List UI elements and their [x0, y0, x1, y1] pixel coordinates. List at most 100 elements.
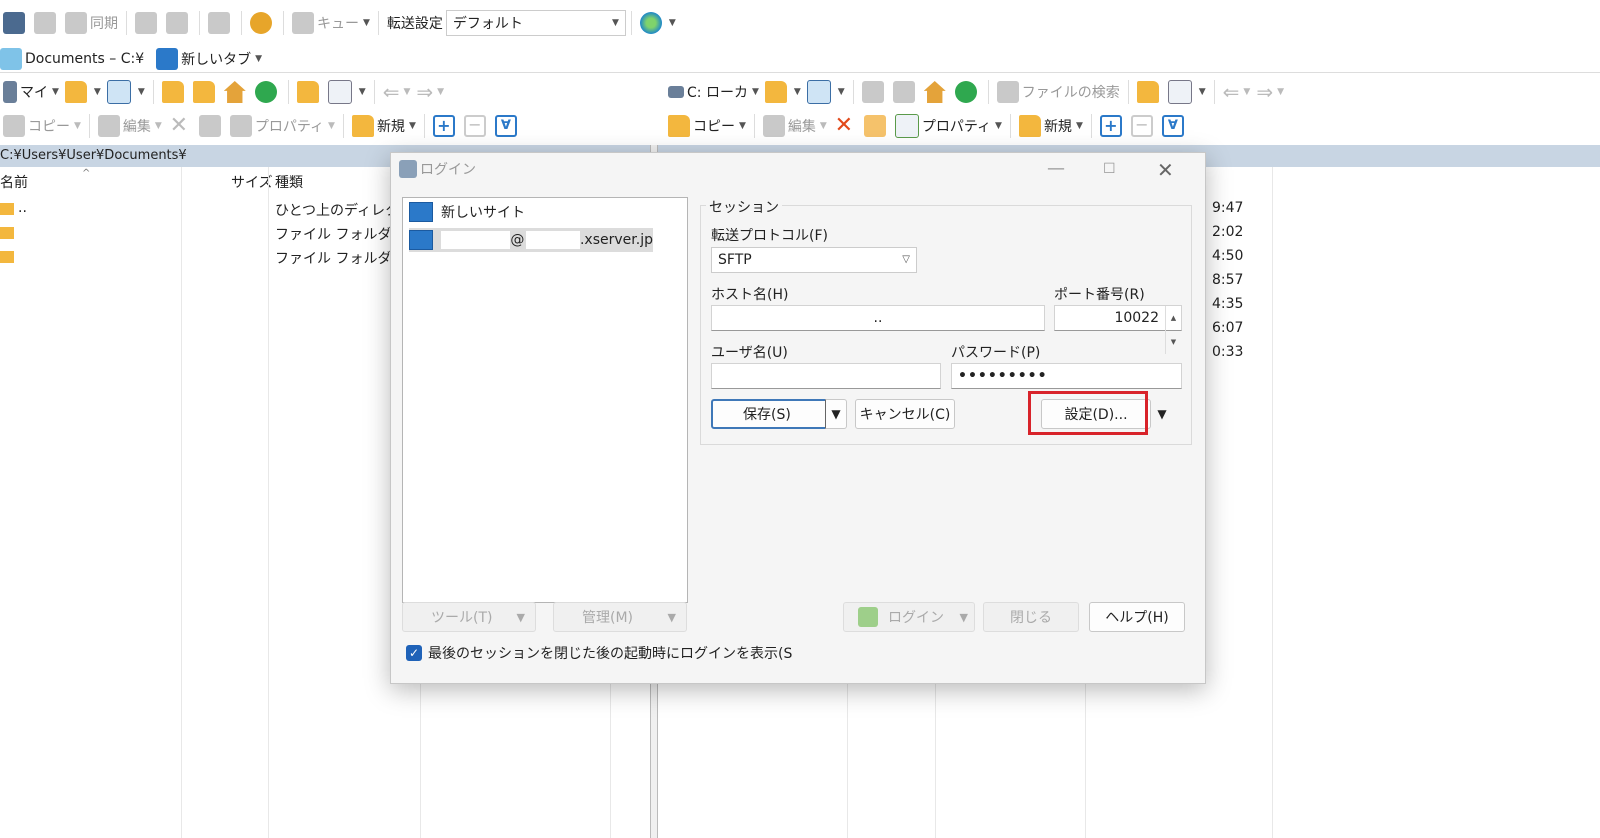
divider — [1213, 80, 1215, 104]
right-root-dir-button[interactable] — [890, 78, 921, 106]
column-size[interactable]: サイズ — [231, 172, 273, 192]
tools-button[interactable]: ツール(T) ▼ — [402, 602, 536, 632]
login-label: ログイン — [888, 610, 944, 626]
left-edit-button[interactable]: 編集 ▼ — [95, 112, 165, 140]
port-spinner[interactable]: ▲ ▼ — [1165, 306, 1181, 354]
site-item-new[interactable]: 新しいサイト — [409, 200, 649, 224]
right-view-button[interactable]: ▼ — [1165, 78, 1209, 106]
left-open-folder-button[interactable]: ▼ — [62, 78, 104, 106]
show-login-checkbox[interactable]: ✓ — [406, 645, 422, 661]
advanced-dropdown-button[interactable]: ▼ — [1151, 399, 1173, 429]
divider — [283, 11, 284, 35]
right-filter-select-button[interactable]: ∀ — [1159, 112, 1190, 140]
divider — [88, 114, 90, 138]
left-copy-button[interactable]: コピー ▼ — [0, 112, 84, 140]
left-filter-select-button[interactable]: ∀ — [492, 112, 523, 140]
site-label: 新しいサイト — [441, 205, 525, 221]
manage-button[interactable]: 管理(M) ▼ — [553, 602, 687, 632]
spin-up-icon[interactable]: ▲ — [1165, 306, 1181, 330]
root-folder-icon — [892, 81, 915, 103]
left-delete-button[interactable]: ✕ — [165, 112, 196, 140]
right-copy-button[interactable]: コピー ▼ — [665, 112, 749, 140]
right-home-button[interactable] — [921, 78, 952, 106]
save-dropdown-button[interactable]: ▼ — [825, 399, 847, 429]
console-button[interactable] — [132, 9, 163, 37]
site-at: @ — [510, 232, 525, 248]
right-back-button[interactable]: ⇐ ▼ — [1220, 78, 1254, 106]
file-row[interactable]: .. ひとつ上のディレクト — [0, 200, 420, 222]
preferences-button[interactable] — [247, 9, 278, 37]
left-parent-dir-button[interactable] — [159, 78, 190, 106]
column-type-label: 種類 — [275, 175, 303, 191]
left-home-button[interactable] — [221, 78, 252, 106]
left-unselect-button[interactable]: − — [461, 112, 492, 140]
left-root-dir-button[interactable] — [190, 78, 221, 106]
site-item-xserver[interactable]: @ .xserver.jp — [409, 228, 653, 252]
transfer-settings-select[interactable]: デフォルト ▼ — [445, 10, 626, 36]
arrow-right-icon: ⇒ — [416, 80, 434, 104]
host-input[interactable]: .. — [711, 305, 1045, 331]
file-row[interactable]: ファイル フォルダー — [0, 224, 420, 246]
left-new-button[interactable]: 新規 ▼ — [349, 112, 419, 140]
left-forward-button[interactable]: ⇒ ▼ — [413, 78, 447, 106]
cancel-button[interactable]: キャンセル(C) — [855, 399, 955, 429]
compare-button[interactable] — [0, 9, 31, 37]
properties-label: プロパティ — [921, 119, 992, 135]
left-drive-select[interactable]: マイ ▼ — [0, 78, 62, 106]
folder-icon — [0, 227, 14, 239]
left-rename-button[interactable] — [196, 112, 227, 140]
left-filter-button[interactable]: ▼ — [104, 78, 148, 106]
left-view-button[interactable]: ▼ — [325, 78, 369, 106]
login-button[interactable]: ログイン ▼ — [843, 602, 975, 632]
right-delete-button[interactable]: ✕ — [830, 112, 861, 140]
tab-new[interactable]: 新しいタブ ▼ — [153, 45, 265, 73]
right-edit-button[interactable]: 編集 ▼ — [760, 112, 830, 140]
left-refresh-button[interactable] — [252, 78, 283, 106]
chevron-down-icon: ▼ — [437, 87, 445, 97]
maximize-button[interactable]: ☐ — [1103, 161, 1116, 177]
right-rename-button[interactable] — [861, 112, 892, 140]
right-new-button[interactable]: 新規 ▼ — [1016, 112, 1086, 140]
right-filter-button[interactable]: ▼ — [804, 78, 848, 106]
tab-documents[interactable]: Documents – C:¥ — [0, 45, 147, 73]
minimize-button[interactable]: — — [1047, 158, 1065, 179]
column-name[interactable]: 名前 — [0, 172, 28, 192]
help-button[interactable]: ヘルプ(H) — [1089, 602, 1185, 632]
right-select-button[interactable]: + — [1097, 112, 1128, 140]
chevron-down-icon: ▼ — [667, 610, 676, 624]
site-domain: .xserver.jp — [579, 232, 653, 248]
left-back-button[interactable]: ⇐ ▼ — [380, 78, 414, 106]
close-icon[interactable]: ✕ — [1157, 158, 1174, 182]
right-unselect-button[interactable]: − — [1128, 112, 1159, 140]
chevron-down-icon: ▼ — [831, 407, 841, 421]
network-button[interactable]: ▼ — [637, 9, 679, 37]
protocol-select[interactable]: SFTP ▽ — [711, 247, 917, 273]
right-open-folder-button[interactable]: ▼ — [762, 78, 804, 106]
right-refresh-button[interactable] — [952, 78, 983, 106]
column-type[interactable]: 種類 — [275, 172, 303, 192]
left-properties-button[interactable]: プロパティ ▼ — [227, 112, 338, 140]
user-input[interactable] — [711, 363, 941, 389]
file-row[interactable]: ファイル フォルダー — [0, 248, 420, 270]
refresh-queue-button[interactable] — [205, 9, 236, 37]
password-input[interactable]: ••••••••• — [951, 363, 1182, 389]
right-drive-select[interactable]: C: ローカ ▼ — [665, 78, 762, 106]
terminal-button[interactable] — [163, 9, 194, 37]
spin-down-icon[interactable]: ▼ — [1165, 330, 1181, 354]
right-tree-button[interactable] — [1134, 78, 1165, 106]
right-parent-dir-button[interactable] — [859, 78, 890, 106]
right-properties-button[interactable]: プロパティ ▼ — [892, 112, 1005, 140]
right-forward-button[interactable]: ⇒ ▼ — [1253, 78, 1287, 106]
plus-icon: + — [432, 115, 455, 137]
left-tree-button[interactable] — [294, 78, 325, 106]
right-find-files-button[interactable]: ファイルの検索 — [994, 78, 1123, 106]
manage-label: 管理(M) — [582, 610, 634, 626]
left-select-button[interactable]: + — [430, 112, 461, 140]
site-tree[interactable]: 新しいサイト @ .xserver.jp — [402, 197, 688, 603]
parent-folder-icon — [161, 81, 184, 103]
synchronize-browsing-button[interactable] — [31, 9, 62, 37]
queue-button[interactable]: キュー ▼ — [289, 9, 373, 37]
port-input[interactable]: 10022 ▲ ▼ — [1054, 305, 1182, 354]
sync-button[interactable]: 同期 — [62, 9, 121, 37]
close-button[interactable]: 閉じる — [983, 602, 1079, 632]
